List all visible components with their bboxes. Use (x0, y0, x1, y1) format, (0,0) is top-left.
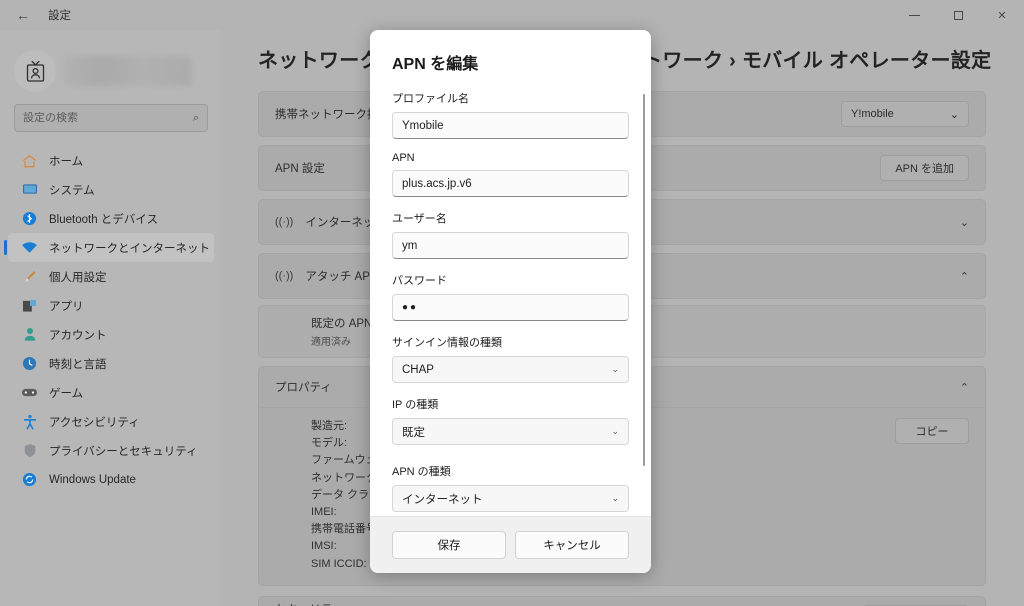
apn-type-value: インターネット (402, 493, 483, 506)
apn-field-group: APN plus.acs.jp.v6 (392, 152, 629, 197)
signin-type-value: CHAP (402, 363, 434, 376)
signin-type-field-group: サインイン情報の種類 CHAP ⌄ (392, 334, 629, 383)
password-field-group: パスワード ●● (392, 272, 629, 321)
apn-input[interactable]: plus.acs.jp.v6 (392, 170, 629, 197)
chevron-down-icon: ⌄ (611, 426, 619, 436)
cancel-button[interactable]: キャンセル (515, 531, 629, 559)
chevron-down-icon: ⌄ (611, 493, 619, 503)
settings-window: ← 設定 ✕ ⌕ (0, 0, 1024, 606)
apn-type-field-group: APN の種類 インターネット ⌄ (392, 463, 629, 512)
username-field-group: ユーザー名 ym (392, 210, 629, 259)
profile-name-input[interactable]: Ymobile (392, 112, 629, 139)
apn-label: APN (392, 152, 415, 164)
username-input[interactable]: ym (392, 232, 629, 259)
edit-apn-dialog: APN を編集 プロファイル名 Ymobile APN plus.acs.jp.… (370, 30, 651, 573)
ip-type-field-group: IP の種類 既定 ⌄ (392, 396, 629, 445)
dialog-scrollbar[interactable] (643, 94, 645, 466)
profile-name-label: プロファイル名 (392, 93, 469, 105)
ip-type-label: IP の種類 (392, 399, 439, 411)
apn-type-label: APN の種類 (392, 466, 451, 478)
signin-type-label: サインイン情報の種類 (392, 337, 502, 349)
dialog-body: APN を編集 プロファイル名 Ymobile APN plus.acs.jp.… (370, 30, 651, 516)
apn-type-select[interactable]: インターネット ⌄ (392, 485, 629, 512)
ip-type-value: 既定 (402, 426, 425, 439)
password-input[interactable]: ●● (392, 294, 629, 321)
username-label: ユーザー名 (392, 213, 447, 225)
dialog-footer: 保存 キャンセル (370, 516, 651, 573)
password-label: パスワード (392, 275, 447, 287)
profile-name-field-group: プロファイル名 Ymobile (392, 90, 629, 139)
signin-type-select[interactable]: CHAP ⌄ (392, 356, 629, 383)
save-button[interactable]: 保存 (392, 531, 506, 559)
dialog-title: APN を編集 (392, 56, 479, 73)
chevron-down-icon: ⌄ (611, 364, 619, 374)
ip-type-select[interactable]: 既定 ⌄ (392, 418, 629, 445)
